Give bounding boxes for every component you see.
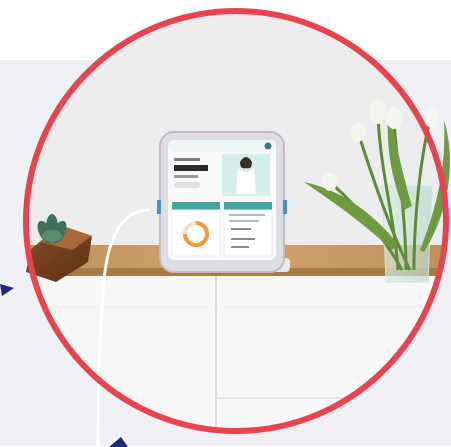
balance-line-2 — [174, 165, 208, 171]
scene — [0, 0, 451, 447]
dock-side-accent-left — [157, 200, 161, 214]
right-card-header — [224, 202, 272, 210]
right-card-line-5 — [231, 246, 249, 248]
balance-line-1 — [174, 158, 200, 161]
left-card-header — [172, 202, 220, 210]
balance-button[interactable] — [174, 182, 200, 188]
dock-side-accent-right — [283, 200, 287, 214]
balance-line-3 — [174, 175, 198, 178]
left-card[interactable] — [171, 209, 221, 257]
right-card-line-4 — [231, 238, 255, 240]
tablet-dock — [157, 131, 290, 273]
right-card-line-3 — [231, 228, 251, 230]
avatar-icon — [264, 142, 272, 150]
screen-header — [168, 140, 276, 152]
right-card[interactable] — [223, 209, 273, 257]
right-card-line-2 — [229, 220, 259, 222]
right-card-line-1 — [229, 214, 265, 216]
